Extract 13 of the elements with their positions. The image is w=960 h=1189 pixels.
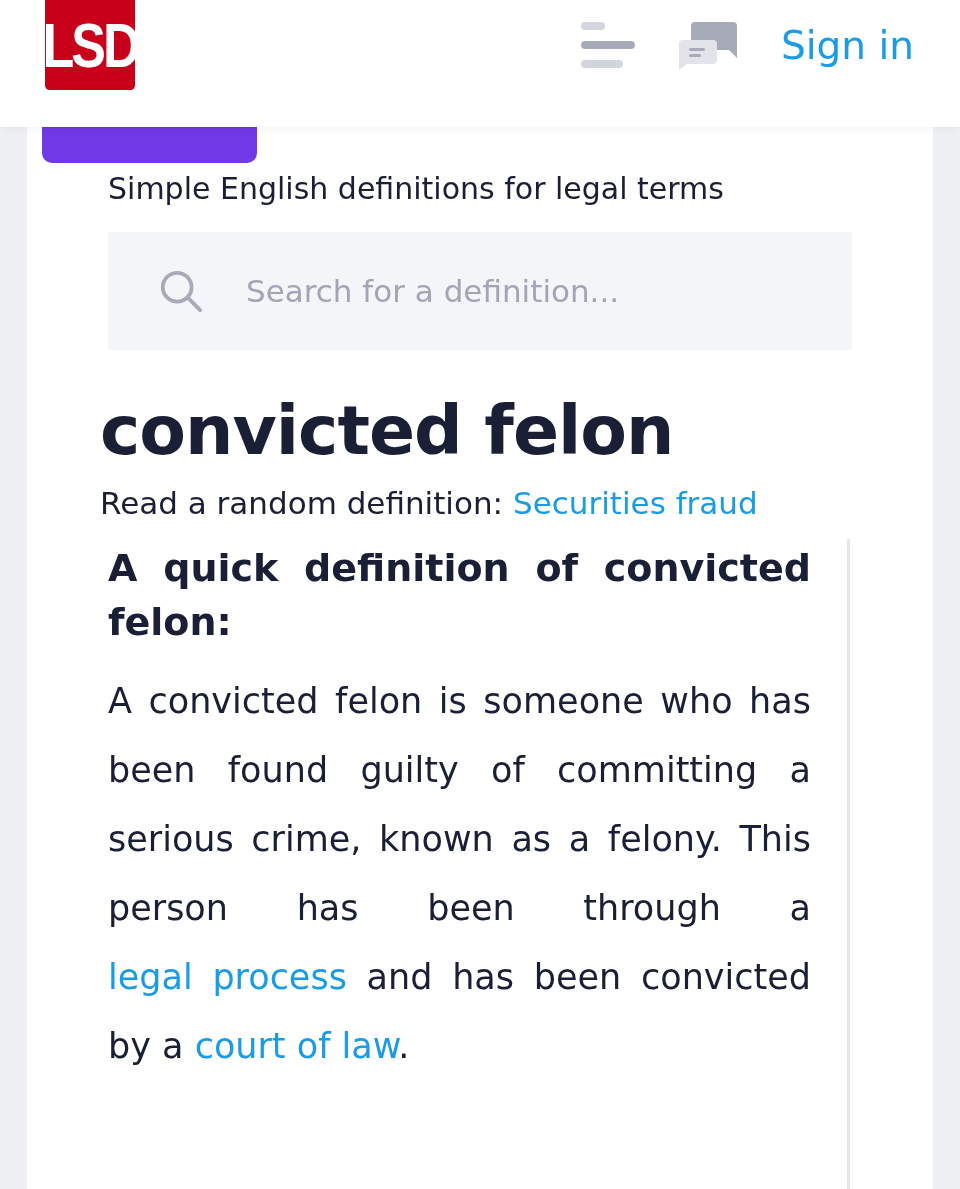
term-link[interactable]: legal process (108, 956, 347, 997)
menu-icon[interactable] (581, 22, 635, 68)
chat-icon[interactable] (679, 20, 737, 70)
random-definition-link[interactable]: Securities fraud (513, 484, 758, 521)
definition-text: A convicted felon is someone who has been found guilty of committing a serious crime, known as a felony. This person has been through a legal process and has been convicted by a court of law. (108, 679, 811, 1068)
term-title: convicted felon (100, 394, 675, 469)
definition-heading: A quick definition of convicted felon: (108, 544, 811, 646)
sign-in-link[interactable]: Sign in (781, 22, 914, 68)
site-logo[interactable]: LSD (45, 0, 135, 90)
search-field[interactable]: Search for a definition... (108, 232, 852, 350)
term-link[interactable]: court of law (194, 1025, 399, 1066)
random-label: Read a random definition: (100, 484, 504, 521)
tagline: Simple English definitions for legal terms (108, 171, 725, 206)
